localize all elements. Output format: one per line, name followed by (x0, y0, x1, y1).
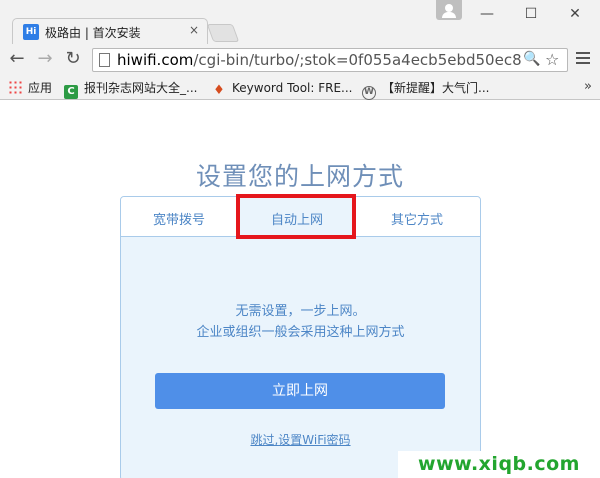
new-tab-button[interactable] (206, 24, 240, 42)
bookmark-apps[interactable]: 应用 (8, 80, 52, 96)
tab-title: 极路由 | 首次安装 (45, 26, 141, 40)
minimize-button[interactable]: — (477, 4, 497, 24)
skip-wifi-link[interactable]: 跳过,设置WiFi密码 (121, 431, 480, 448)
bookmark-label: 应用 (28, 81, 53, 95)
menu-icon[interactable] (574, 49, 592, 69)
highlight-box (236, 194, 356, 239)
back-arrow-icon[interactable]: ← (6, 48, 28, 70)
browser-tab[interactable]: Hi 极路由 | 首次安装 × (12, 18, 208, 44)
apps-icon (8, 80, 22, 94)
bookmark-keyword-tool[interactable]: ♦ Keyword Tool: FRE... (212, 80, 353, 98)
profile-icon[interactable] (436, 0, 462, 20)
connect-now-button[interactable]: 立即上网 (155, 373, 445, 409)
info-message-line1: 无需设置，一步上网。 (235, 304, 366, 319)
bookmark-label: 报刊杂志网站大全_... (84, 81, 198, 95)
c-icon: C (64, 85, 78, 99)
bookmark-label: Keyword Tool: FRE... (232, 81, 353, 95)
wordpress-icon: W (362, 86, 376, 100)
url-host: hiwifi.com (117, 51, 194, 69)
page-icon (99, 53, 110, 67)
tab-other[interactable]: 其它方式 (391, 209, 443, 228)
bookmark-newspapers[interactable]: C 报刊杂志网站大全_... (64, 80, 198, 99)
bookmark-label: 【新提醒】大气门... (382, 81, 490, 95)
reload-icon[interactable]: ↻ (62, 48, 84, 70)
hiwifi-favicon-icon: Hi (23, 24, 39, 40)
bookmarks-bar: 应用 C 报刊杂志网站大全_... ♦ Keyword Tool: FRE... W… (0, 76, 600, 100)
search-icon[interactable]: 🔍 (523, 51, 540, 67)
info-message-line2: 企业或组织一般会采用这种上网方式 (196, 325, 405, 340)
browser-toolbar: ← → ↻ hiwifi.com/cgi-bin/turbo/;stok=0f0… (0, 44, 600, 76)
fire-icon: ♦ (213, 83, 225, 98)
bookmarks-more-icon[interactable]: » (584, 79, 592, 94)
tab-close-icon[interactable]: × (189, 23, 199, 37)
url-text[interactable]: hiwifi.com/cgi-bin/turbo/;stok=0f055a4ec… (117, 51, 533, 69)
tab-pppoe[interactable]: 宽带拨号 (153, 209, 205, 228)
address-bar[interactable]: hiwifi.com/cgi-bin/turbo/;stok=0f055a4ec… (92, 48, 568, 72)
maximize-button[interactable]: ☐ (521, 4, 541, 24)
star-icon[interactable]: ☆ (545, 50, 559, 69)
title-bar: Hi 极路由 | 首次安装 × — ☐ ✕ (0, 0, 600, 44)
close-window-button[interactable]: ✕ (565, 4, 585, 24)
forward-arrow-icon[interactable]: → (34, 48, 56, 70)
url-path: /cgi-bin/turbo/;stok=0f055a4ecb5ebd50ec8 (193, 51, 522, 69)
bookmark-reminder[interactable]: W 【新提醒】大气门... (362, 80, 490, 100)
page-title: 设置您的上网方式 (195, 162, 404, 191)
watermark: www.xiqb.com (398, 451, 600, 478)
page-content: 设置您的上网方式 宽带拨号 自动上网 其它方式 无需设置，一步上网。 企业或组织… (0, 101, 600, 478)
